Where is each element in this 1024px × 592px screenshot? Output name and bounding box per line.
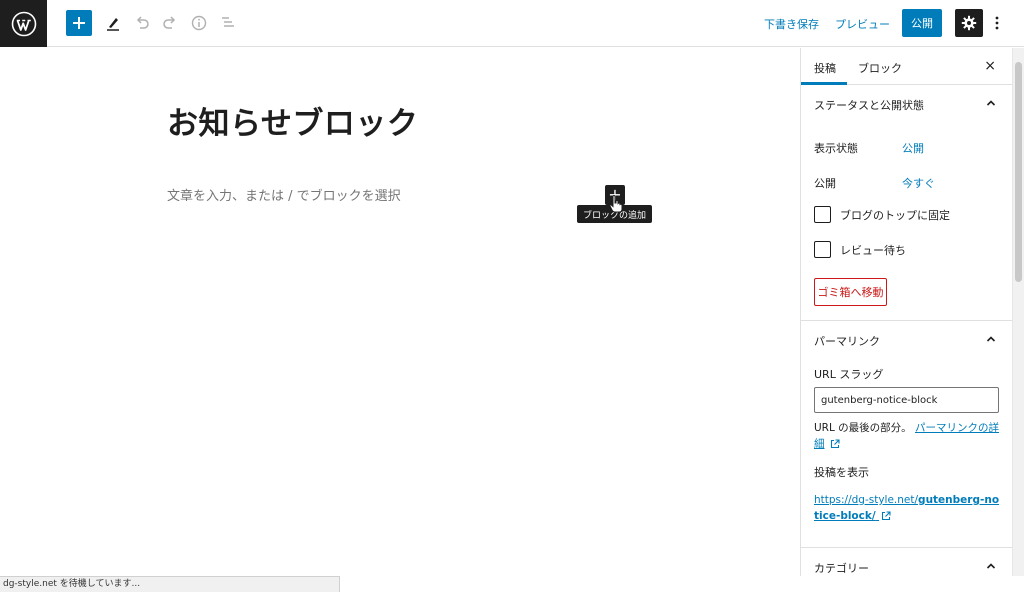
- scrollbar-thumb[interactable]: [1015, 62, 1022, 282]
- visibility-toggle[interactable]: 公開: [902, 140, 924, 156]
- preview-button[interactable]: プレビュー: [835, 16, 890, 32]
- list-view-icon: [222, 17, 234, 27]
- info-icon: [191, 15, 207, 31]
- editor-canvas: お知らせブロック 文章を入力、または / でブロックを選択 + ブロックの追加: [0, 48, 800, 576]
- settings-button[interactable]: [955, 9, 983, 37]
- plus-icon: [73, 17, 85, 29]
- pending-review-label: レビュー待ち: [840, 243, 906, 257]
- permalink-help-prefix: URL の最後の部分。: [814, 422, 912, 434]
- status-panel-title: ステータスと公開状態: [814, 99, 924, 112]
- undo-button[interactable]: [129, 10, 155, 36]
- post-title[interactable]: お知らせブロック: [167, 98, 418, 143]
- publish-button[interactable]: 公開: [902, 9, 942, 37]
- hand-cursor-icon: [609, 195, 623, 213]
- tab-block[interactable]: ブロック: [858, 60, 902, 76]
- sticky-label: ブログのトップに固定: [840, 208, 950, 222]
- info-button[interactable]: [186, 10, 212, 36]
- list-view-button[interactable]: [215, 10, 241, 36]
- publish-date-toggle[interactable]: 今すぐ: [902, 175, 935, 191]
- tab-post[interactable]: 投稿: [814, 60, 836, 76]
- more-vertical-icon: [995, 16, 999, 30]
- sticky-checkbox[interactable]: [814, 206, 831, 223]
- category-panel-title: カテゴリー: [814, 562, 869, 575]
- gear-icon: [961, 15, 977, 31]
- permalink-panel-header[interactable]: パーマリンク: [801, 321, 1012, 357]
- sticky-option[interactable]: ブログのトップに固定: [814, 206, 950, 223]
- more-options-button[interactable]: [991, 11, 1003, 35]
- undo-icon: [136, 16, 149, 29]
- external-link-icon: [881, 511, 891, 521]
- editor-toolbar: 下書き保存 プレビュー 公開: [0, 0, 1024, 47]
- browser-status-bar: dg-style.net を待機しています...: [0, 576, 340, 592]
- pen-icon: [107, 18, 119, 31]
- pending-review-checkbox[interactable]: [814, 241, 831, 258]
- wordpress-logo-svg: [11, 11, 36, 36]
- sidebar-scrollbar[interactable]: [1012, 48, 1024, 576]
- url-slug-input[interactable]: [814, 387, 999, 413]
- status-panel-header[interactable]: ステータスと公開状態: [801, 85, 1012, 121]
- redo-icon: [163, 16, 176, 29]
- publish-date-label: 公開: [814, 177, 836, 190]
- url-slug-label: URL スラッグ: [814, 368, 884, 381]
- chevron-up-icon: [986, 100, 996, 106]
- tools-button[interactable]: [100, 10, 126, 36]
- move-to-trash-button[interactable]: ゴミ箱へ移動: [814, 278, 887, 306]
- external-link-icon: [830, 439, 840, 449]
- post-url-prefix: https://dg-style.net/: [814, 494, 919, 506]
- post-url-link[interactable]: https://dg-style.net/gutenberg-notice-bl…: [814, 492, 1000, 524]
- save-draft-button[interactable]: 下書き保存: [764, 16, 819, 32]
- sidebar-tabs: 投稿 ブロック ×: [801, 48, 1012, 85]
- wordpress-logo-icon[interactable]: [0, 0, 47, 47]
- block-placeholder[interactable]: 文章を入力、または / でブロックを選択: [167, 185, 401, 204]
- bottom-strip: [340, 576, 1024, 592]
- view-post-label: 投稿を表示: [814, 466, 869, 479]
- visibility-label: 表示状態: [814, 142, 858, 155]
- chevron-up-icon: [986, 336, 996, 342]
- permalink-panel-title: パーマリンク: [814, 335, 880, 348]
- add-block-button[interactable]: [66, 10, 92, 36]
- permalink-panel: パーマリンク URL スラッグ URL の最後の部分。 パーマリンクの詳細 投稿…: [801, 321, 1012, 548]
- pending-review-option[interactable]: レビュー待ち: [814, 241, 906, 258]
- redo-button[interactable]: [157, 10, 183, 36]
- chevron-up-icon: [986, 563, 996, 569]
- settings-sidebar: 投稿 ブロック × ステータスと公開状態 表示状態 公開 公開 今すぐ ブログの…: [800, 48, 1012, 576]
- status-visibility-panel: ステータスと公開状態 表示状態 公開 公開 今すぐ ブログのトップに固定 レビュ…: [801, 85, 1012, 321]
- close-sidebar-button[interactable]: ×: [984, 58, 996, 74]
- permalink-help-text: URL の最後の部分。 パーマリンクの詳細: [814, 420, 1000, 452]
